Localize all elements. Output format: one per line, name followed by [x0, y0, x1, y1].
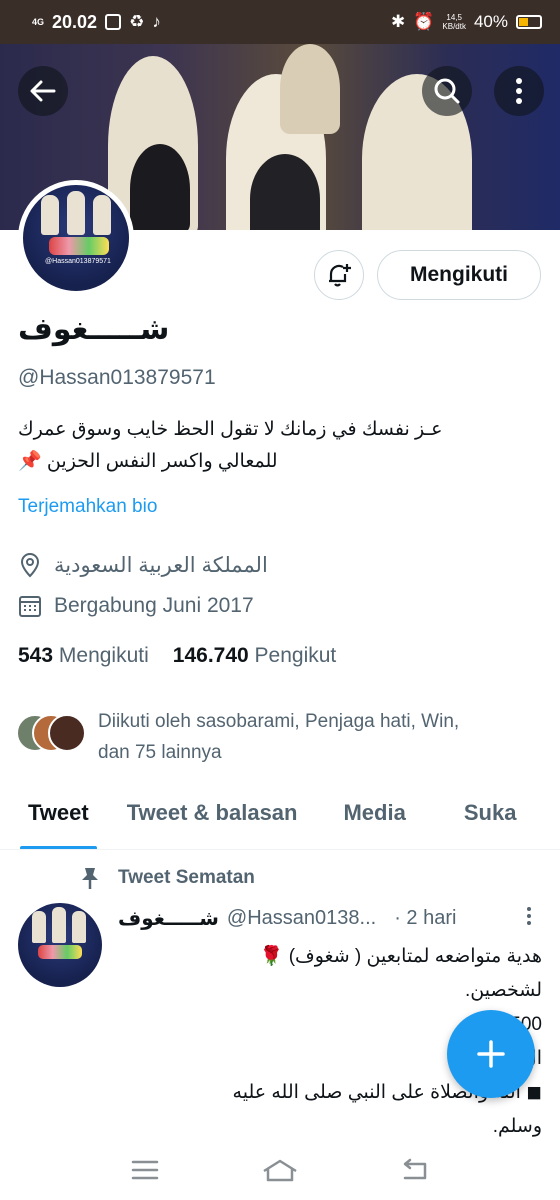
bluetooth-icon: ✱ — [390, 12, 406, 31]
profile-avatar[interactable]: @Hassan013879571 — [18, 180, 134, 296]
recent-apps-icon[interactable] — [131, 1160, 159, 1180]
compose-tweet-button[interactable] — [447, 1010, 535, 1098]
tweet-time: · 2 hari — [394, 907, 457, 929]
following-label: Mengikuti — [58, 644, 149, 667]
following-count: 543 — [18, 644, 54, 667]
tweet-line: لشخصين. — [465, 980, 542, 1001]
network-speed: 14,5 KB/dtk — [442, 13, 466, 31]
following-stat[interactable]: 543 Mengikuti — [18, 644, 149, 668]
bell-plus-icon — [329, 264, 351, 287]
plus-icon — [477, 1040, 505, 1068]
followed-by-text: Diikuti oleh sasobarami, Penjaga hati, W… — [98, 706, 538, 768]
tiktok-icon: ♪ — [152, 12, 161, 31]
avatar-caption: @Hassan013879571 — [45, 258, 111, 265]
back-nav-icon[interactable] — [401, 1158, 429, 1182]
alarm-icon: ⏰ — [413, 12, 435, 31]
followers-stat[interactable]: 146.740 Pengikut — [173, 644, 337, 668]
more-vertical-icon — [516, 78, 522, 104]
followed-by-line: Diikuti oleh sasobarami, Penjaga hati, W… — [98, 711, 460, 732]
more-vertical-icon — [527, 907, 531, 925]
tweet-header: شـــــغوف @Hassan0138... · 2 hari — [118, 906, 538, 931]
sync-icon: ♻ — [129, 12, 145, 31]
bio-line: عـز نفسك في زمانك لا تقول الحظ خايب وسوق… — [18, 419, 443, 440]
clock: 20.02 — [52, 11, 98, 32]
joined-row: Bergabung Juni 2017 — [18, 594, 254, 618]
network-indicator: 4G — [32, 16, 45, 27]
tweet-line: هدية متواضعه لمتابعين ( شغوف) 🌹 — [259, 946, 542, 967]
avatar — [48, 714, 86, 752]
follow-stats: 543 Mengikuti 146.740 Pengikut — [18, 644, 336, 668]
back-arrow-icon — [30, 80, 56, 102]
profile-bio: عـز نفسك في زمانك لا تقول الحظ خايب وسوق… — [18, 414, 540, 478]
profile-location: المملكة العربية السعودية — [54, 553, 268, 577]
tweet-author-avatar[interactable] — [18, 903, 102, 987]
back-button[interactable] — [18, 66, 68, 116]
notification-bell-button[interactable] — [314, 250, 364, 300]
tab-likes[interactable]: Suka — [464, 790, 517, 849]
profile-name: شـــــغوف — [18, 313, 170, 346]
tab-media[interactable]: Media — [343, 790, 405, 849]
pinned-label-text: Tweet Sematan — [118, 867, 255, 888]
location-row: المملكة العربية السعودية — [18, 552, 268, 578]
pinned-tweet-label: Tweet Sematan — [80, 866, 255, 890]
profile-handle: @Hassan013879571 — [18, 366, 216, 389]
followed-by[interactable]: Diikuti oleh sasobarami, Penjaga hati, W… — [16, 706, 538, 768]
calendar-icon — [19, 596, 41, 617]
following-button[interactable]: Mengikuti — [377, 250, 541, 300]
profile-joined-date: Bergabung Juni 2017 — [54, 594, 254, 617]
follower-avatars — [16, 714, 88, 754]
search-button[interactable] — [422, 66, 472, 116]
translate-bio-link[interactable]: Terjemahkan bio — [18, 496, 157, 518]
followers-label: Pengikut — [254, 644, 337, 667]
more-options-button[interactable] — [494, 66, 544, 116]
profile-tabs: Tweet Tweet & balasan Media Suka — [0, 790, 560, 850]
home-icon[interactable] — [261, 1158, 299, 1182]
system-nav-bar — [0, 1140, 560, 1200]
tweet-line: وسلم. — [492, 1116, 542, 1137]
facebook-icon — [105, 14, 122, 30]
tweet-author-name[interactable]: شـــــغوف — [118, 906, 219, 931]
followed-by-line: dan 75 lainnya — [98, 742, 222, 763]
tweet-more-button[interactable] — [526, 906, 532, 926]
tweet-author-handle[interactable]: @Hassan0138... — [227, 907, 376, 930]
pin-icon — [82, 868, 98, 889]
status-bar: 4G 20.02 ♻ ♪ ✱ ⏰ 14,5 KB/dtk 40% — [0, 0, 560, 44]
battery-icon — [516, 15, 542, 29]
search-icon — [434, 78, 460, 104]
battery-percent: 40% — [473, 12, 508, 31]
tab-tweet[interactable]: Tweet — [20, 790, 97, 849]
bio-line: للمعالي واكسر النفس الحزين 📌 — [18, 451, 278, 472]
location-pin-icon — [20, 553, 40, 578]
followers-count: 146.740 — [172, 644, 249, 667]
tab-tweet-replies[interactable]: Tweet & balasan — [127, 790, 298, 849]
